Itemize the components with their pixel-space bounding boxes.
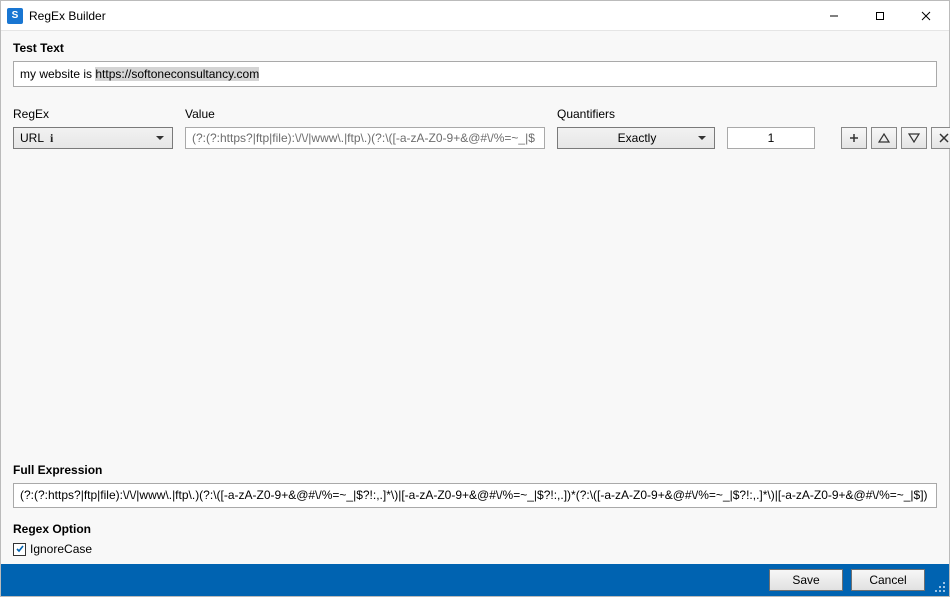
close-button[interactable] bbox=[903, 1, 949, 31]
window-title: RegEx Builder bbox=[29, 9, 106, 23]
move-up-button[interactable] bbox=[871, 127, 897, 149]
cancel-button[interactable]: Cancel bbox=[851, 569, 925, 591]
ignorecase-label: IgnoreCase bbox=[30, 542, 92, 556]
move-down-button[interactable] bbox=[901, 127, 927, 149]
info-icon: i bbox=[50, 131, 53, 146]
ignorecase-checkbox[interactable] bbox=[13, 543, 26, 556]
app-icon: S bbox=[7, 8, 23, 24]
quantifiers-column-label: Quantifiers bbox=[557, 107, 715, 121]
quantifier-count-input[interactable] bbox=[727, 127, 815, 149]
value-column-label: Value bbox=[185, 107, 545, 121]
test-text-input[interactable]: my website is https://softoneconsultancy… bbox=[13, 61, 937, 87]
full-expression-heading: Full Expression bbox=[13, 463, 937, 477]
test-text-heading: Test Text bbox=[13, 41, 937, 55]
regex-type-dropdown[interactable]: URL i bbox=[13, 127, 173, 149]
maximize-button[interactable] bbox=[857, 1, 903, 31]
regex-column-label: RegEx bbox=[13, 107, 173, 121]
footer-bar: Save Cancel bbox=[1, 564, 949, 596]
save-button[interactable]: Save bbox=[769, 569, 843, 591]
quantifier-selected: Exactly bbox=[564, 131, 694, 145]
full-expression-output[interactable]: (?:(?:https?|ftp|file):\/\/|www\.|ftp\.)… bbox=[13, 483, 937, 508]
regex-value-input[interactable] bbox=[185, 127, 545, 149]
chevron-down-icon bbox=[694, 128, 710, 148]
quantifier-dropdown[interactable]: Exactly bbox=[557, 127, 715, 149]
test-text-prefix: my website is bbox=[20, 67, 95, 81]
add-rule-button[interactable] bbox=[841, 127, 867, 149]
chevron-down-icon bbox=[152, 128, 168, 148]
resize-grip-icon bbox=[934, 581, 946, 593]
regex-option-heading: Regex Option bbox=[13, 522, 937, 536]
regex-type-selected: URL bbox=[20, 131, 44, 145]
titlebar: S RegEx Builder bbox=[1, 1, 949, 31]
minimize-button[interactable] bbox=[811, 1, 857, 31]
delete-rule-button[interactable] bbox=[931, 127, 950, 149]
test-text-match: https://softoneconsultancy.com bbox=[95, 67, 259, 81]
